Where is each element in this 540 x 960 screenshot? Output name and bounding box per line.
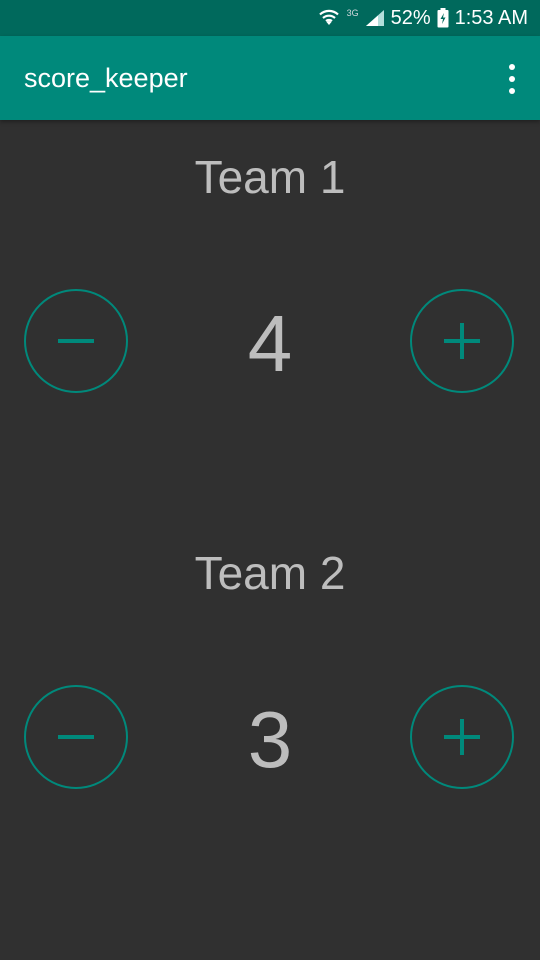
team-1-increment-button[interactable] [410, 289, 514, 393]
app-bar: score_keeper [0, 36, 540, 120]
status-bar: 3G 52% 1:53 AM [0, 0, 540, 36]
team-2-score: 3 [247, 695, 293, 784]
signal-icon [365, 9, 385, 27]
battery-percent: 52% [390, 6, 431, 29]
overflow-dot [509, 88, 515, 94]
network-type-label: 3G [346, 8, 359, 18]
team-2-decrement-button[interactable] [24, 685, 128, 789]
minus-icon [58, 339, 94, 343]
team-1-label: Team 1 [194, 151, 346, 203]
more-vert-icon[interactable] [506, 64, 518, 94]
clock-time: 1:53 AM [454, 6, 528, 29]
overflow-dot [509, 64, 515, 70]
team-2-label: Team 2 [194, 547, 346, 599]
wifi-icon [318, 9, 339, 27]
minus-icon [58, 735, 94, 739]
team-2-increment-button[interactable] [410, 685, 514, 789]
team-1-score: 4 [247, 299, 293, 388]
plus-icon [444, 323, 480, 359]
battery-charging-icon [437, 8, 449, 28]
app-title: score_keeper [24, 62, 188, 93]
team-1-decrement-button[interactable] [24, 289, 128, 393]
overflow-dot [509, 76, 515, 82]
plus-icon [444, 719, 480, 755]
